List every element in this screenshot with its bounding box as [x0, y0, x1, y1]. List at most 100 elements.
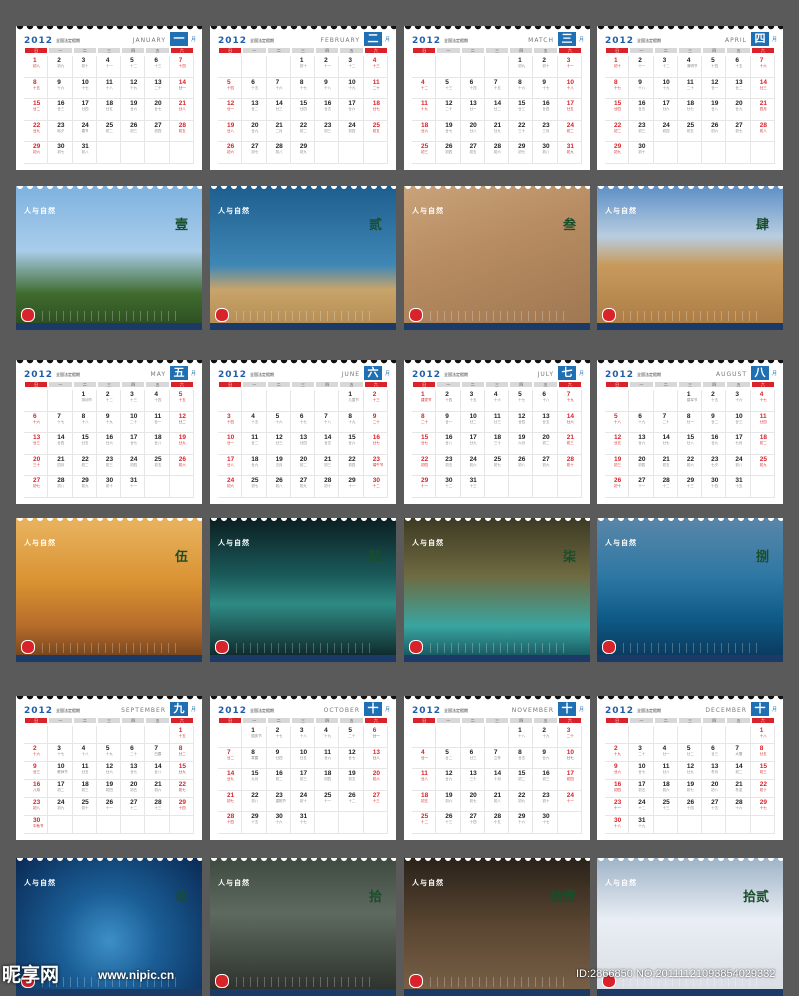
date-cell[interactable]: 1 初九 — [509, 56, 534, 78]
date-cell[interactable]: 20 初二 — [290, 454, 316, 477]
date-cell[interactable]: 18 廿九 — [242, 454, 267, 477]
date-cell[interactable]: 22 初二 — [605, 120, 630, 143]
date-cell[interactable]: 18 廿八 — [145, 433, 170, 455]
date-cell[interactable]: 1 十五 — [169, 726, 194, 744]
date-cell[interactable]: 23 除夕 — [48, 120, 73, 143]
date-cell[interactable]: 9 十八 — [315, 77, 340, 100]
date-cell[interactable]: 6 十三 — [145, 56, 170, 78]
date-cell[interactable]: 8 寒露 — [242, 747, 267, 770]
date-cell[interactable]: 19 廿八 — [218, 120, 243, 143]
date-cell[interactable]: 6 十五 — [726, 56, 751, 78]
date-cell[interactable]: 16 廿九 — [702, 433, 727, 455]
date-cell[interactable]: 3 十二 — [339, 56, 364, 78]
date-cell[interactable]: 18 廿六 — [412, 120, 437, 143]
date-cell[interactable]: 7 廿二 — [218, 747, 243, 770]
date-cell[interactable]: 28 十四 — [218, 812, 243, 834]
date-cell[interactable]: 19 廿六 — [121, 99, 146, 121]
date-cell[interactable]: 25 初七 — [484, 454, 510, 477]
date-cell[interactable]: 5 十九 — [96, 744, 122, 762]
date-cell[interactable]: 28 初十 — [315, 476, 340, 498]
date-cell[interactable]: 18 初五 — [412, 790, 437, 813]
date-cell[interactable]: 22 初四 — [412, 454, 437, 477]
date-cell[interactable]: 30 十四 — [702, 476, 727, 498]
date-cell[interactable]: 13 二十 — [145, 77, 170, 100]
date-cell[interactable]: 4 十二 — [412, 77, 437, 100]
date-cell[interactable]: 21 初八 — [484, 790, 510, 813]
date-cell[interactable]: 29 十五 — [242, 812, 267, 834]
date-cell[interactable]: 14 廿三 — [266, 99, 291, 121]
date-cell[interactable]: 29 十一 — [412, 476, 437, 498]
date-cell[interactable]: 22 初六 — [677, 454, 703, 477]
date-cell[interactable]: 9 廿六 — [605, 762, 630, 780]
date-cell[interactable]: 31 十七 — [290, 812, 316, 834]
date-cell[interactable]: 12 廿九 — [677, 762, 703, 780]
date-cell[interactable]: 24 初四 — [121, 454, 146, 477]
date-cell[interactable]: 14 廿八 — [145, 762, 170, 780]
date-cell[interactable]: 29 初九 — [72, 476, 97, 498]
date-cell[interactable]: 12 廿七 — [339, 747, 364, 770]
date-cell[interactable]: 26 初八 — [266, 476, 291, 498]
date-cell[interactable]: 1 劳动节 — [72, 390, 97, 412]
date-cell[interactable]: 9 十七 — [533, 77, 558, 100]
date-cell[interactable]: 16 廿四 — [533, 99, 558, 121]
date-cell[interactable]: 8 十八 — [72, 411, 97, 434]
date-cell[interactable]: 7 大雪 — [726, 744, 751, 762]
date-cell[interactable]: 2 十七 — [266, 726, 291, 748]
date-cell[interactable]: 19 初六 — [436, 790, 461, 813]
date-cell[interactable]: 18 初四 — [315, 769, 340, 791]
date-cell[interactable]: 30 初十 — [629, 142, 654, 164]
date-cell[interactable]: 23 初五 — [436, 454, 461, 477]
date-cell[interactable]: 1 儿童节 — [339, 390, 364, 412]
date-cell[interactable]: 19 初七 — [677, 780, 703, 798]
date-cell[interactable]: 24 初十 — [290, 790, 316, 813]
date-cell[interactable]: 7 十九 — [557, 390, 582, 412]
date-cell[interactable]: 5 十四 — [702, 56, 727, 78]
date-cell[interactable]: 6 十五 — [242, 77, 267, 100]
date-cell[interactable]: 4 十七 — [750, 390, 775, 412]
date-cell[interactable]: 22 初八 — [242, 790, 267, 813]
date-cell[interactable]: 26 初十 — [605, 476, 630, 498]
date-cell[interactable]: 14 十月 — [484, 769, 510, 791]
date-cell[interactable]: 22 廿九 — [24, 120, 49, 143]
date-cell[interactable]: 1 国庆节 — [242, 726, 267, 748]
date-cell[interactable]: 25 初五 — [677, 120, 703, 143]
date-cell[interactable]: 10 二十 — [121, 411, 146, 434]
date-cell[interactable]: 25 十一 — [315, 790, 340, 813]
date-cell[interactable]: 2 初九 — [48, 56, 73, 78]
date-cell[interactable]: 7 十五 — [484, 77, 510, 100]
date-cell[interactable]: 30 十六 — [266, 812, 291, 834]
date-cell[interactable]: 30 初八 — [533, 142, 558, 164]
date-cell[interactable]: 13 廿七 — [121, 762, 146, 780]
date-cell[interactable]: 17 廿八 — [218, 454, 243, 477]
date-cell[interactable]: 9 廿二 — [702, 411, 727, 434]
date-cell[interactable]: 5 十三 — [436, 77, 461, 100]
date-cell[interactable]: 1 十八 — [750, 726, 775, 744]
date-cell[interactable]: 12 廿三 — [266, 433, 291, 455]
date-cell[interactable]: 16 廿八 — [436, 433, 461, 455]
date-cell[interactable]: 29 初九 — [290, 142, 316, 164]
date-cell[interactable]: 26 初四 — [436, 142, 461, 164]
date-cell[interactable]: 1 建党节 — [412, 390, 437, 412]
date-cell[interactable]: 7 十四 — [169, 56, 194, 78]
date-cell[interactable]: 11 廿二 — [242, 433, 267, 455]
date-cell[interactable]: 26 十三 — [436, 812, 461, 834]
date-cell[interactable]: 14 初二 — [726, 762, 751, 780]
date-cell[interactable]: 12 廿九 — [436, 769, 461, 791]
date-cell[interactable]: 11 廿八 — [653, 762, 678, 780]
date-cell[interactable]: 13 廿四 — [290, 433, 316, 455]
date-cell[interactable]: 3 初十 — [72, 56, 97, 78]
date-cell[interactable]: 30 十二 — [436, 476, 461, 498]
date-cell[interactable]: 19 五月 — [266, 454, 291, 477]
date-cell[interactable]: 17 廿四 — [72, 99, 97, 121]
date-cell[interactable]: 22 初四 — [339, 454, 364, 477]
date-cell[interactable]: 22 初七 — [169, 780, 194, 798]
date-cell[interactable]: 2 十六 — [24, 744, 49, 762]
date-cell[interactable]: 26 初六 — [169, 454, 194, 477]
date-cell[interactable]: 27 初七 — [726, 120, 751, 143]
date-cell[interactable]: 14 廿九 — [218, 769, 243, 791]
date-cell[interactable]: 5 十五 — [169, 390, 194, 412]
date-cell[interactable]: 19 六月 — [509, 433, 534, 455]
date-cell[interactable]: 16 八月 — [24, 780, 49, 798]
date-cell[interactable]: 21 初七 — [218, 790, 243, 813]
date-cell[interactable]: 31 十三 — [460, 476, 485, 498]
